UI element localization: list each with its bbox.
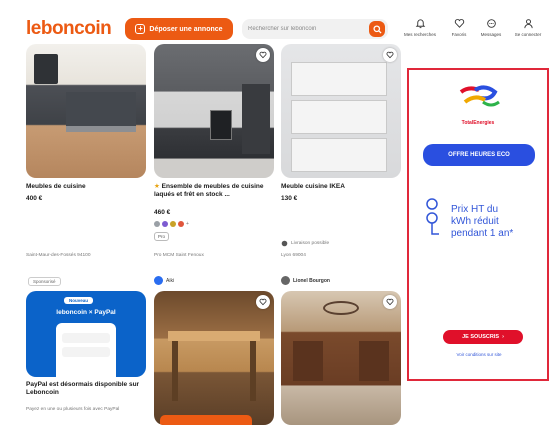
listing-photo[interactable] (154, 44, 274, 178)
nav-messages[interactable]: Messages (471, 18, 511, 37)
leboncoin-logo[interactable]: leboncoin (26, 18, 112, 40)
listing-location: Saint-Maur-des-Fossés 94100 (26, 253, 91, 258)
color-options: + (154, 221, 189, 227)
color-dot (154, 221, 160, 227)
nav-login-label: Se connecter (514, 32, 542, 37)
delivery-tag: Livraison possible (281, 240, 329, 247)
favorite-button[interactable] (383, 48, 397, 62)
nav-searches-label: Mes recherches (403, 32, 436, 37)
listing-card-2[interactable]: ★ Ensemble de meubles de cuisine laqués … (154, 44, 274, 264)
ad-headline-line: Prix HT du (451, 204, 499, 215)
avatar (281, 276, 290, 285)
listing-card-5[interactable]: Lionel Bourgon (281, 273, 401, 425)
listing-title-text: Ensemble de meubles de cuisine laqués et… (154, 183, 264, 198)
totalenergies-logo (459, 85, 500, 107)
ad-headline: Prix HT du kWh réduit pendant 1 an* (451, 204, 513, 240)
heart-icon (386, 51, 394, 59)
ad-headline-line: kWh réduit (451, 216, 499, 227)
color-dot (162, 221, 168, 227)
listing-title[interactable]: Meubles de cuisine (26, 183, 146, 191)
promo-title[interactable]: PayPal est désormais disponible sur Lebo… (26, 381, 144, 397)
post-ad-label: Déposer une annonce (149, 25, 223, 33)
heart-icon (454, 19, 464, 28)
seller-row: Lionel Bourgon (281, 276, 330, 285)
promo-tag: Nouveau (64, 297, 94, 304)
truck-icon (281, 240, 288, 247)
listing-card-3[interactable]: Meuble cuisine IKEA 130 € Livraison poss… (281, 44, 401, 264)
message-icon (486, 19, 496, 28)
favorite-button[interactable] (383, 295, 397, 309)
nav-messages-label: Messages (480, 32, 502, 37)
heart-icon (259, 51, 267, 59)
listing-location: Lyon 69004 (281, 253, 306, 258)
color-dot (178, 221, 184, 227)
listing-price: 130 € (281, 195, 298, 202)
listing-photo[interactable] (154, 291, 274, 425)
listing-location: Pro MCM Saint Fenoux (154, 253, 204, 258)
seller-name: Lionel Bourgon (293, 277, 330, 284)
listing-title[interactable]: ★ Ensemble de meubles de cuisine laqués … (154, 183, 274, 199)
delivery-label: Livraison possible (291, 241, 330, 246)
listing-price: 400 € (26, 195, 43, 202)
ad-conditions-link[interactable]: Voir conditions sur site (429, 352, 529, 357)
pro-badge: Pro (154, 232, 170, 241)
plug-icon (426, 198, 439, 235)
search-icon (372, 24, 382, 34)
sponsored-card[interactable]: Sponsorisé Nouveau leboncoin × PayPal Pa… (26, 273, 146, 425)
user-icon (523, 19, 533, 29)
star-icon: ★ (154, 183, 160, 190)
promo-image[interactable]: Nouveau leboncoin × PayPal (26, 291, 146, 377)
promo-brand-line: leboncoin × PayPal (56, 309, 116, 316)
plus-icon: + (135, 24, 146, 34)
search-input[interactable] (248, 23, 366, 35)
bell-icon (415, 19, 425, 29)
color-dot (170, 221, 176, 227)
listing-photo[interactable] (281, 44, 401, 178)
search-button[interactable] (369, 21, 385, 37)
seller-name: Aiki (166, 277, 175, 284)
ad-brand: TotalEnergies (461, 120, 495, 126)
listing-photo[interactable] (26, 44, 146, 178)
favorite-button[interactable] (256, 295, 270, 309)
listing-photo[interactable] (281, 291, 401, 425)
subscribe-label: JE SOUSCRIS (462, 334, 500, 340)
sponsored-label: Sponsorisé (28, 277, 61, 286)
heart-icon (386, 298, 394, 306)
nav-login[interactable]: Se connecter (508, 18, 548, 37)
listing-price: 460 € (154, 209, 171, 216)
listing-title[interactable]: Meuble cuisine IKEA (281, 183, 401, 191)
listing-card-4[interactable]: Aiki (154, 273, 274, 425)
ad-offer-button[interactable]: OFFRE HEURES ECO (423, 144, 535, 166)
subscribe-button[interactable]: JE SOUSCRIS › (443, 330, 523, 344)
totalenergies-ad[interactable]: TotalEnergies OFFRE HEURES ECO Prix HT d… (407, 68, 549, 381)
favorite-button[interactable] (256, 48, 270, 62)
listing-card-1[interactable]: Meubles de cuisine 400 € Saint-Maur-des-… (26, 44, 146, 264)
search-bar (242, 19, 388, 39)
color-more: + (186, 221, 189, 227)
seller-row: Aiki (154, 276, 174, 285)
promo-description: Payez en une ou plusieurs fois avec PayP… (26, 407, 120, 412)
nav-searches[interactable]: Mes recherches (400, 18, 440, 37)
post-ad-button[interactable]: + Déposer une annonce (125, 18, 233, 40)
avatar (154, 276, 163, 285)
ad-headline-line: pendant 1 an* (451, 228, 514, 239)
phone-mockup (56, 323, 116, 377)
chevron-right-icon: › (502, 334, 504, 340)
heart-icon (259, 298, 267, 306)
